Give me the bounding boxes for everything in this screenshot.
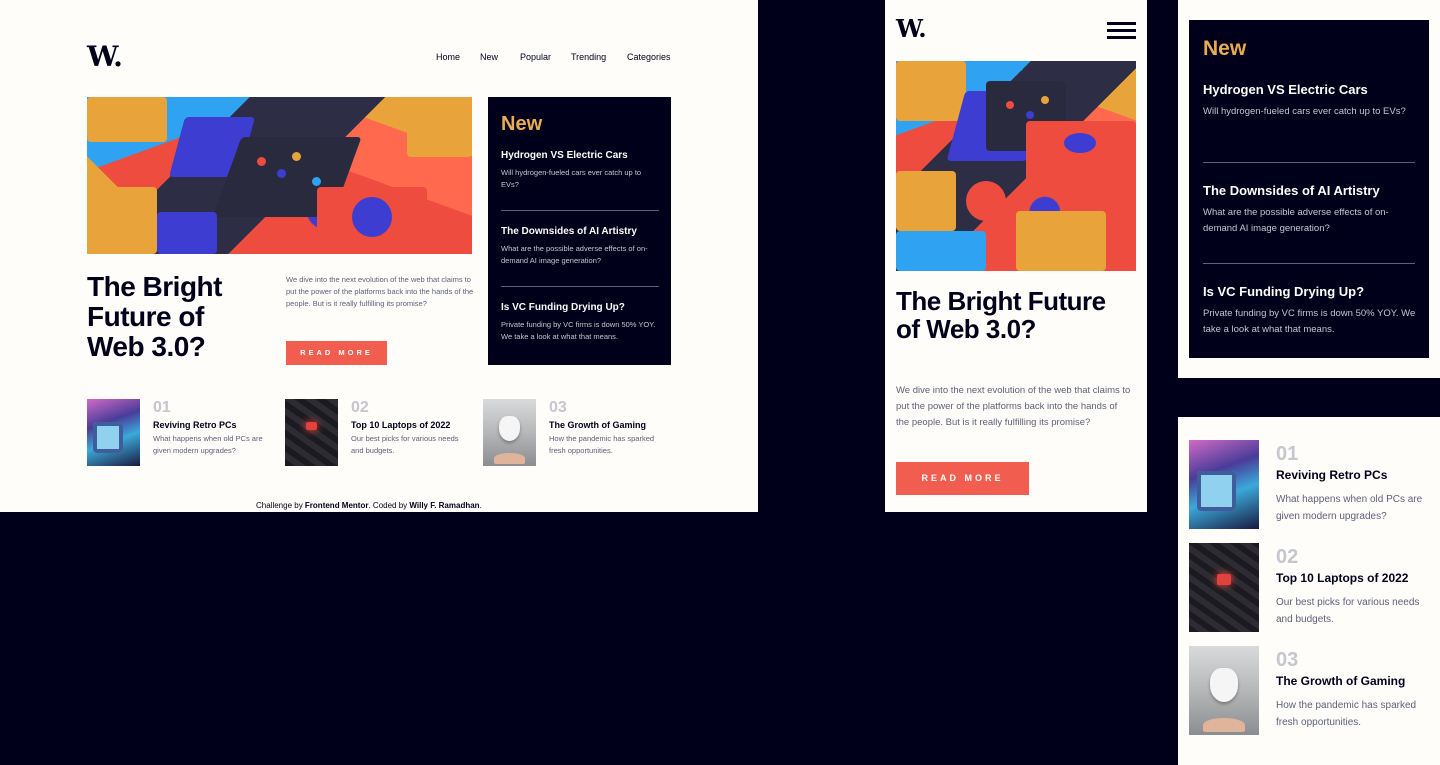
article-thumbnail <box>1189 440 1259 529</box>
article-title[interactable]: Reviving Retro PCs <box>1276 468 1387 482</box>
desktop-preview: W. Home New Popular Trending Categories … <box>0 0 758 512</box>
new-item-desc: What are the possible adverse effects of… <box>501 244 648 265</box>
divider <box>501 286 659 287</box>
article-desc: How the pandemic has sparked fresh oppor… <box>1276 700 1417 728</box>
new-item[interactable]: Hydrogen VS Electric Cars Will hydrogen-… <box>501 150 659 191</box>
article-card[interactable]: 03 The Growth of Gaming How the pandemic… <box>1189 646 1434 735</box>
article-number: 01 <box>1276 443 1299 465</box>
hero-image <box>87 97 472 254</box>
new-item[interactable]: Is VC Funding Drying Up? Private funding… <box>501 302 659 343</box>
hero-title: The Bright Future of Web 3.0? <box>87 271 223 362</box>
article-card[interactable]: 02 Top 10 Laptops of 2022 Our best picks… <box>285 399 475 466</box>
nav-categories[interactable]: Categories <box>627 52 671 62</box>
attribution: Challenge by Frontend Mentor. Coded by W… <box>256 501 482 510</box>
new-item-title[interactable]: Is VC Funding Drying Up? <box>501 302 659 313</box>
new-item-desc: Private funding by VC firms is down 50% … <box>1203 308 1416 335</box>
divider <box>1203 263 1415 264</box>
article-number: 01 <box>153 399 171 416</box>
article-thumbnail <box>87 399 140 466</box>
new-item-title[interactable]: The Downsides of AI Artistry <box>501 226 659 237</box>
article-thumbnail <box>483 399 536 466</box>
nav-trending[interactable]: Trending <box>571 52 606 62</box>
new-item-title[interactable]: Hydrogen VS Electric Cars <box>1203 82 1417 97</box>
logo[interactable]: W. <box>896 14 927 43</box>
article-card[interactable]: 01 Reviving Retro PCs What happens when … <box>87 399 277 466</box>
read-more-button[interactable]: READ MORE <box>286 341 387 365</box>
new-item[interactable]: Hydrogen VS Electric Cars Will hydrogen-… <box>1203 82 1417 120</box>
new-sidebar: New Hydrogen VS Electric Cars Will hydro… <box>1189 20 1429 358</box>
logo[interactable]: W. <box>87 40 123 73</box>
new-item[interactable]: The Downsides of AI Artistry What are th… <box>1203 183 1417 237</box>
article-desc: How the pandemic has sparked fresh oppor… <box>549 434 655 455</box>
article-number: 03 <box>549 399 567 416</box>
divider <box>1203 162 1415 163</box>
author-link[interactable]: Willy F. Ramadhan <box>409 501 479 510</box>
frontend-mentor-link[interactable]: Frontend Mentor <box>305 501 369 510</box>
new-item-desc: Will hydrogen-fueled cars ever catch up … <box>1203 106 1406 117</box>
new-sidebar: New Hydrogen VS Electric Cars Will hydro… <box>488 97 671 365</box>
new-item-title[interactable]: Hydrogen VS Electric Cars <box>501 150 659 161</box>
article-thumbnail <box>285 399 338 466</box>
article-title[interactable]: The Growth of Gaming <box>1276 674 1405 688</box>
nav-new[interactable]: New <box>480 52 498 62</box>
hero-image <box>896 61 1136 271</box>
article-title[interactable]: Reviving Retro PCs <box>153 420 237 430</box>
read-more-button[interactable]: READ MORE <box>896 462 1029 495</box>
article-card[interactable]: 02 Top 10 Laptops of 2022 Our best picks… <box>1189 543 1434 632</box>
article-card[interactable]: 03 The Growth of Gaming How the pandemic… <box>483 399 673 466</box>
mobile-articles-preview: 01 Reviving Retro PCs What happens when … <box>1178 417 1440 765</box>
article-thumbnail <box>1189 646 1259 735</box>
new-item-desc: Will hydrogen-fueled cars ever catch up … <box>501 168 642 189</box>
article-title[interactable]: The Growth of Gaming <box>549 420 646 430</box>
article-number: 02 <box>351 399 369 416</box>
new-item[interactable]: Is VC Funding Drying Up? Private funding… <box>1203 284 1417 338</box>
new-item-desc: What are the possible adverse effects of… <box>1203 207 1389 234</box>
article-title[interactable]: Top 10 Laptops of 2022 <box>351 420 450 430</box>
new-item[interactable]: The Downsides of AI Artistry What are th… <box>501 226 659 267</box>
article-desc: Our best picks for various needs and bud… <box>1276 597 1420 625</box>
article-desc: What happens when old PCs are given mode… <box>1276 494 1423 522</box>
new-heading: New <box>1203 37 1247 60</box>
article-thumbnail <box>1189 543 1259 632</box>
nav-popular[interactable]: Popular <box>520 52 551 62</box>
new-item-title[interactable]: The Downsides of AI Artistry <box>1203 183 1417 198</box>
new-heading: New <box>501 113 543 135</box>
hamburger-menu-icon[interactable] <box>1107 22 1136 43</box>
divider <box>501 210 659 211</box>
new-item-desc: Private funding by VC firms is down 50% … <box>501 320 656 341</box>
hero-description: We dive into the next evolution of the w… <box>896 385 1131 428</box>
article-desc: What happens when old PCs are given mode… <box>153 434 263 455</box>
mobile-new-preview: New Hydrogen VS Electric Cars Will hydro… <box>1178 0 1440 378</box>
article-number: 02 <box>1276 546 1299 568</box>
hero-title: The Bright Future of Web 3.0? <box>896 286 1106 344</box>
article-number: 03 <box>1276 649 1299 671</box>
mobile-preview: W. The Bright Future of Web 3.0? We dive… <box>885 0 1147 512</box>
article-title[interactable]: Top 10 Laptops of 2022 <box>1276 571 1408 585</box>
hero-description: We dive into the next evolution of the w… <box>286 275 474 308</box>
article-card[interactable]: 01 Reviving Retro PCs What happens when … <box>1189 440 1434 529</box>
new-item-title[interactable]: Is VC Funding Drying Up? <box>1203 284 1417 299</box>
nav-home[interactable]: Home <box>436 52 460 62</box>
article-desc: Our best picks for various needs and bud… <box>351 434 459 455</box>
